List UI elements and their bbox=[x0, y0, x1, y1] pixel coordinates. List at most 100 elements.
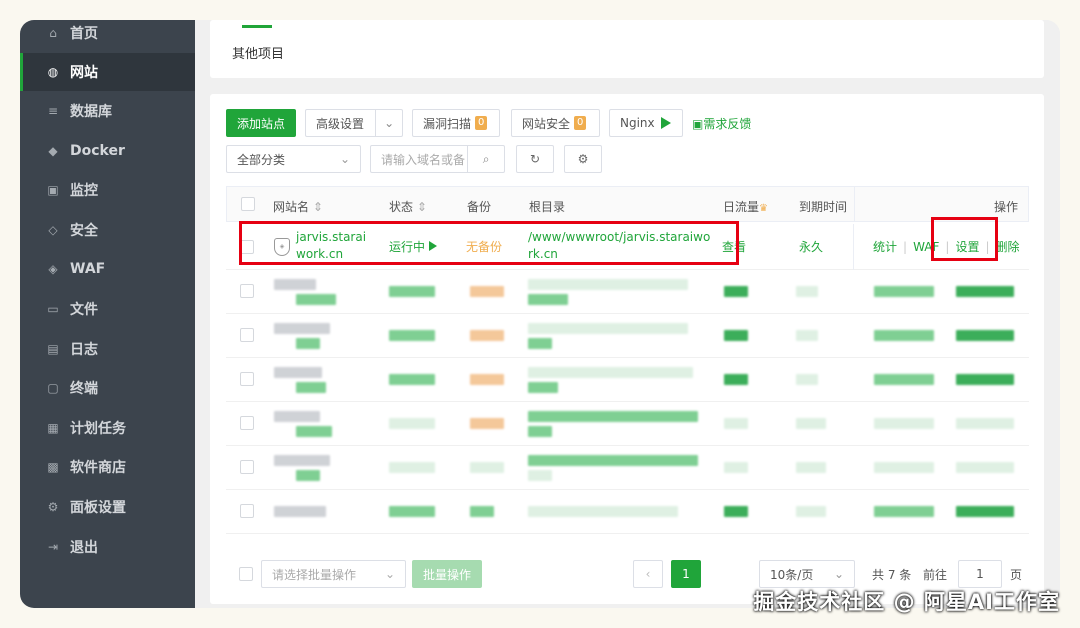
sidebar-item-docker[interactable]: ◆ Docker bbox=[20, 132, 195, 170]
blurred-actions bbox=[874, 462, 934, 473]
logout-icon: ⇥ bbox=[47, 540, 59, 554]
row-checkbox[interactable] bbox=[240, 504, 254, 518]
nginx-button[interactable]: Nginx bbox=[609, 109, 683, 137]
blurred-actions bbox=[874, 286, 934, 297]
sidebar-item-files[interactable]: ▭ 文件 bbox=[20, 290, 195, 328]
sidebar-item-label: 文件 bbox=[70, 302, 98, 318]
vuln-scan-button[interactable]: 漏洞扫描 0 bbox=[412, 109, 500, 137]
blurred-actions bbox=[956, 462, 1014, 473]
security-count-badge: 0 bbox=[574, 116, 587, 130]
sidebar-item-monitor[interactable]: ▣ 监控 bbox=[20, 171, 195, 209]
table-row bbox=[226, 402, 1029, 446]
advanced-settings-label: 高级设置 bbox=[316, 116, 365, 131]
sidebar-item-label: 监控 bbox=[70, 183, 98, 199]
goto-page-input[interactable]: 1 bbox=[958, 560, 1002, 588]
select-all-checkbox[interactable] bbox=[241, 197, 255, 211]
sidebar-item-logout[interactable]: ⇥ 退出 bbox=[20, 528, 195, 566]
blurred-actions bbox=[956, 286, 1014, 297]
col-site-name[interactable]: 网站名 ⇕ bbox=[273, 198, 323, 215]
vuln-count-badge: 0 bbox=[475, 116, 488, 130]
feedback-link[interactable]: ▣需求反馈 bbox=[692, 115, 751, 132]
row-checkbox[interactable] bbox=[240, 328, 254, 342]
prev-page-button[interactable]: ‹ bbox=[633, 560, 663, 588]
blurred-status bbox=[389, 286, 435, 297]
table-header: 网站名 ⇕ 状态 ⇕ 备份 根目录 日流量♛ 到期时间 操作 bbox=[226, 186, 1029, 222]
batch-action-button[interactable]: 批量操作 bbox=[412, 560, 482, 588]
app-window: ⌂ 首页 ◍ 网站 ≡ 数据库 ◆ Docker ▣ 监控 ◇ 安全 ◈ WAF ▭ 文件 ▤ 日… bbox=[20, 20, 1060, 608]
sidebar-item-website[interactable]: ◍ 网站 bbox=[20, 53, 195, 91]
sidebar-item-waf[interactable]: ◈ WAF bbox=[20, 250, 195, 288]
search-box: 请输入域名或备 ⌕ bbox=[370, 145, 505, 173]
sidebar-item-settings[interactable]: ⚙ 面板设置 bbox=[20, 488, 195, 526]
delete-link[interactable]: 删除 bbox=[996, 240, 1020, 254]
project-tabs: 其他项目 bbox=[210, 20, 1044, 78]
blurred-actions bbox=[956, 506, 1014, 517]
blurred-site-name bbox=[274, 506, 326, 517]
row-checkbox[interactable] bbox=[240, 284, 254, 298]
sidebar-item-logs[interactable]: ▤ 日志 bbox=[20, 330, 195, 368]
main-content: 其他项目 添加站点 高级设置 ⌄ 漏洞扫描 0 网站安全 0 Nginx ▣需求反馈 bbox=[195, 20, 1060, 608]
sidebar-item-store[interactable]: ▩ 软件商店 bbox=[20, 448, 195, 486]
sidebar-item-cron[interactable]: ▦ 计划任务 bbox=[20, 409, 195, 447]
goto-label: 前往 bbox=[923, 568, 948, 582]
blurred-actions bbox=[874, 330, 934, 341]
table-row bbox=[226, 358, 1029, 402]
blurred-root-path bbox=[528, 338, 552, 349]
column-divider bbox=[853, 224, 854, 270]
apps-icon: ▩ bbox=[47, 460, 59, 474]
sidebar-item-terminal[interactable]: ▢ 终端 bbox=[20, 369, 195, 407]
category-value: 全部分类 bbox=[237, 152, 286, 167]
tab-other-projects[interactable]: 其他项目 bbox=[232, 43, 284, 62]
page-size-select[interactable]: 10条/页 ⌄ bbox=[759, 560, 855, 588]
calendar-icon: ▦ bbox=[47, 421, 59, 435]
blurred-expire bbox=[796, 330, 818, 341]
sort-icon: ⇕ bbox=[416, 200, 427, 214]
site-list-card: 添加站点 高级设置 ⌄ 漏洞扫描 0 网站安全 0 Nginx ▣需求反馈 全部分类… bbox=[210, 94, 1044, 604]
table-settings-button[interactable]: ⚙ bbox=[564, 145, 602, 173]
table-row bbox=[226, 314, 1029, 358]
blurred-actions bbox=[874, 374, 934, 385]
expire-value[interactable]: 永久 bbox=[799, 238, 823, 255]
blurred-actions bbox=[956, 418, 1014, 429]
stats-link[interactable]: 统计 bbox=[873, 240, 897, 254]
blurred-traffic bbox=[724, 330, 748, 341]
blurred-status bbox=[389, 374, 435, 385]
refresh-button[interactable]: ↻ bbox=[516, 145, 554, 173]
advanced-settings-dropdown[interactable]: 高级设置 ⌄ bbox=[305, 109, 403, 137]
row-checkbox[interactable] bbox=[240, 372, 254, 386]
add-site-button[interactable]: 添加站点 bbox=[226, 109, 296, 137]
sidebar-item-home[interactable]: ⌂ 首页 bbox=[20, 20, 195, 52]
blurred-root-path bbox=[528, 506, 678, 517]
col-label: 日流量 bbox=[723, 200, 760, 214]
sidebar-item-security[interactable]: ◇ 安全 bbox=[20, 211, 195, 249]
row-checkbox[interactable] bbox=[240, 416, 254, 430]
batch-action-placeholder: 请选择批量操作 bbox=[272, 567, 357, 582]
col-status[interactable]: 状态 ⇕ bbox=[389, 198, 427, 215]
blurred-root-path bbox=[528, 411, 698, 422]
blurred-backup bbox=[470, 330, 504, 341]
page-1-button[interactable]: 1 bbox=[671, 560, 701, 588]
sidebar-item-label: 软件商店 bbox=[70, 460, 126, 476]
site-security-button[interactable]: 网站安全 0 bbox=[511, 109, 600, 137]
sidebar-item-database[interactable]: ≡ 数据库 bbox=[20, 92, 195, 130]
category-select[interactable]: 全部分类 ⌄ bbox=[226, 145, 361, 173]
sidebar-item-label: 网站 bbox=[70, 65, 98, 81]
batch-action-select[interactable]: 请选择批量操作 ⌄ bbox=[261, 560, 406, 588]
blurred-status bbox=[389, 462, 435, 473]
col-expire[interactable]: 到期时间 bbox=[799, 198, 847, 215]
table-row bbox=[226, 490, 1029, 534]
blurred-root-path bbox=[528, 455, 698, 466]
blurred-expire bbox=[796, 462, 826, 473]
blurred-root-path bbox=[528, 367, 693, 378]
search-icon[interactable]: ⌕ bbox=[467, 146, 504, 172]
row-checkbox[interactable] bbox=[240, 460, 254, 474]
total-count: 共 7 条 bbox=[872, 568, 912, 582]
footer-select-all-checkbox[interactable] bbox=[239, 567, 253, 581]
blurred-backup bbox=[470, 286, 504, 297]
sidebar-item-label: 首页 bbox=[70, 26, 98, 42]
search-input[interactable]: 请输入域名或备 bbox=[371, 151, 467, 168]
blurred-backup bbox=[470, 418, 504, 429]
chevron-down-icon: ⌄ bbox=[384, 567, 395, 581]
globe-icon: ◍ bbox=[47, 65, 59, 79]
blurred-traffic bbox=[724, 374, 748, 385]
